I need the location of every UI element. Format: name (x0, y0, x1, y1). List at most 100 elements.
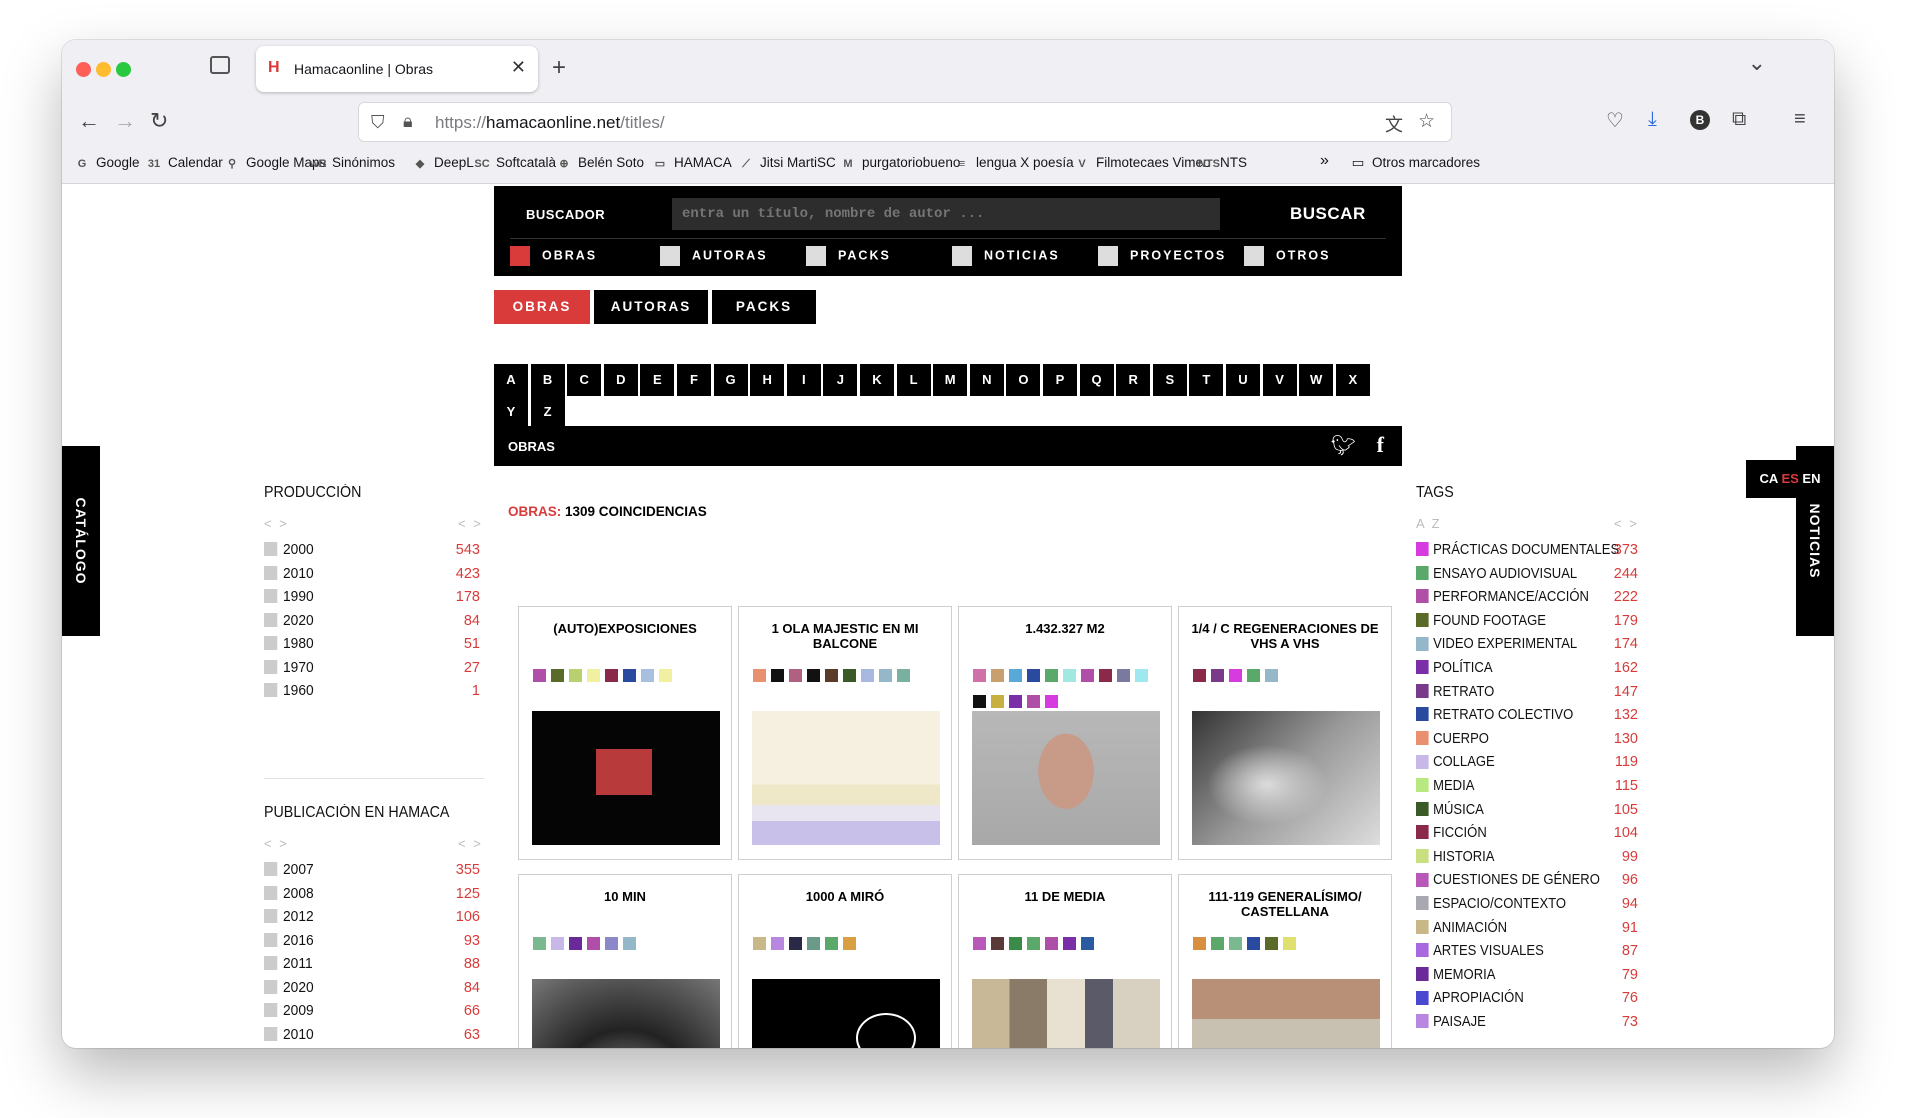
checkbox[interactable] (264, 885, 278, 900)
minimize-window-button[interactable] (96, 62, 111, 77)
filter-noticias[interactable]: NOTICIAS (952, 246, 1060, 266)
facebook-icon[interactable]: f (1377, 432, 1384, 458)
tag-row[interactable]: FICCIÓN (1416, 825, 1487, 847)
tag-color-swatch[interactable] (623, 669, 636, 682)
letter-q[interactable]: Q (1079, 364, 1114, 396)
checkbox[interactable] (264, 636, 278, 651)
bookmark-item[interactable]: ≡ lengua X poesía (954, 155, 1074, 170)
bookmark-star-icon[interactable]: ☆ (1418, 110, 1435, 133)
tag-color-swatch[interactable] (1283, 937, 1296, 950)
filter-row[interactable]: 1970 (264, 660, 314, 682)
tabs-overview-icon[interactable] (210, 56, 230, 74)
work-title[interactable]: 1/4 / C REGENERACIONES DE VHS A VHS (1187, 621, 1383, 651)
checkbox[interactable] (264, 542, 278, 557)
tag-color-swatch[interactable] (897, 669, 910, 682)
work-title[interactable]: 111-119 GENERALÍSIMO/ CASTELLANA (1187, 889, 1383, 919)
filter-autoras[interactable]: AUTORAS (660, 246, 768, 266)
filter-row[interactable]: 2010 (264, 566, 314, 588)
work-title[interactable]: 11 DE MEDIA (967, 889, 1163, 904)
back-arrow-icon[interactable]: ← (78, 108, 100, 134)
work-title[interactable]: 10 MIN (527, 889, 723, 904)
checkbox[interactable] (952, 246, 972, 266)
letter-u[interactable]: U (1226, 364, 1260, 396)
pocket-icon[interactable]: ♡ (1606, 108, 1624, 133)
work-card[interactable]: 1 OLA MAJESTIC EN MI BALCONE (738, 606, 952, 860)
tag-color-swatch[interactable] (1193, 669, 1206, 682)
tag-row[interactable]: VIDEO EXPERIMENTAL (1416, 636, 1577, 658)
checkbox[interactable] (264, 956, 278, 971)
work-thumbnail[interactable] (752, 711, 940, 845)
work-title[interactable]: 1.432.327 M2 (967, 621, 1163, 636)
filter-row[interactable]: 2009 (264, 1003, 314, 1025)
letter-h[interactable]: H (750, 364, 785, 396)
checkbox[interactable] (264, 932, 278, 947)
tag-color-swatch[interactable] (569, 669, 582, 682)
tag-row[interactable]: RETRATO COLECTIVO (1416, 707, 1573, 729)
tag-color-swatch[interactable] (605, 669, 618, 682)
letter-d[interactable]: D (603, 364, 638, 396)
tag-color-swatch[interactable] (569, 937, 582, 950)
tag-color-swatch[interactable] (605, 937, 618, 950)
tag-color-swatch[interactable] (1063, 669, 1076, 682)
tag-color-swatch[interactable] (973, 695, 986, 708)
work-title[interactable]: (AUTO)EXPOSICIONES (527, 621, 723, 636)
tag-row[interactable]: ANIMACIÓN (1416, 920, 1507, 942)
work-thumbnail[interactable] (532, 979, 720, 1048)
tag-color-swatch[interactable] (807, 937, 820, 950)
bookmark-item[interactable]: Mpurgatoriobueno (840, 155, 960, 170)
filter-row[interactable]: 2007 (264, 862, 314, 884)
checkbox[interactable] (264, 909, 278, 924)
tags-sort-count[interactable]: < > (1614, 516, 1639, 531)
letter-j[interactable]: J (823, 364, 858, 396)
work-card[interactable]: 1000 A MIRÓ (738, 874, 952, 1048)
tag-color-swatch[interactable] (753, 669, 766, 682)
letter-l[interactable]: L (896, 364, 931, 396)
tag-row[interactable]: HISTORIA (1416, 849, 1494, 871)
work-thumbnail[interactable] (972, 979, 1160, 1048)
lang-es[interactable]: ES (1781, 471, 1798, 486)
work-thumbnail[interactable] (1192, 711, 1380, 845)
checkbox[interactable] (264, 1026, 278, 1041)
tag-row[interactable]: APROPIACIÓN (1416, 990, 1524, 1012)
filter-row[interactable]: 2012 (264, 909, 314, 931)
tag-color-swatch[interactable] (973, 937, 986, 950)
extensions-icon[interactable]: ⧉ (1732, 108, 1746, 131)
checkbox[interactable] (1244, 246, 1264, 266)
tag-color-swatch[interactable] (1265, 669, 1278, 682)
tag-color-swatch[interactable] (1135, 669, 1148, 682)
tag-color-swatch[interactable] (1027, 695, 1040, 708)
tag-color-swatch[interactable] (1193, 937, 1206, 950)
tab-obras[interactable]: OBRAS (494, 290, 590, 324)
produccion-sort-right[interactable]: < > (458, 516, 483, 531)
tag-color-swatch[interactable] (533, 937, 546, 950)
letter-k[interactable]: K (860, 364, 894, 396)
letter-f[interactable]: F (677, 364, 711, 396)
filter-proyectos[interactable]: PROYECTOS (1098, 246, 1226, 266)
letter-n[interactable]: N (969, 364, 1004, 396)
letter-x[interactable]: X (1335, 364, 1370, 396)
tab-autoras[interactable]: AUTORAS (594, 290, 708, 324)
tag-color-swatch[interactable] (1045, 669, 1058, 682)
tag-color-swatch[interactable] (623, 937, 636, 950)
lang-en[interactable]: EN (1802, 471, 1820, 486)
filter-row[interactable]: 1990 (264, 589, 314, 611)
letter-s[interactable]: S (1152, 364, 1187, 396)
filter-row[interactable]: 1980 (264, 636, 314, 658)
tag-color-swatch[interactable] (843, 937, 856, 950)
publicacion-sort-left[interactable]: < > (264, 836, 289, 851)
filter-row[interactable]: 2010 (264, 1027, 314, 1049)
filter-row[interactable]: 2016 (264, 933, 314, 955)
checkbox[interactable] (1098, 246, 1118, 266)
letter-p[interactable]: P (1043, 364, 1077, 396)
checkbox[interactable] (806, 246, 826, 266)
tag-row[interactable]: PRÁCTICAS DOCUMENTALES (1416, 542, 1619, 564)
publicacion-sort-right[interactable]: < > (458, 836, 483, 851)
filter-row[interactable]: 1960 (264, 683, 314, 705)
tag-color-swatch[interactable] (1247, 937, 1260, 950)
close-tab-icon[interactable]: ✕ (511, 57, 526, 78)
checkbox[interactable] (264, 683, 278, 698)
work-title[interactable]: 1000 A MIRÓ (747, 889, 943, 904)
tag-row[interactable]: ENSAYO AUDIOVISUAL (1416, 566, 1577, 588)
letter-b[interactable]: B (530, 364, 565, 396)
work-card[interactable]: 111-119 GENERALÍSIMO/ CASTELLANA (1178, 874, 1392, 1048)
